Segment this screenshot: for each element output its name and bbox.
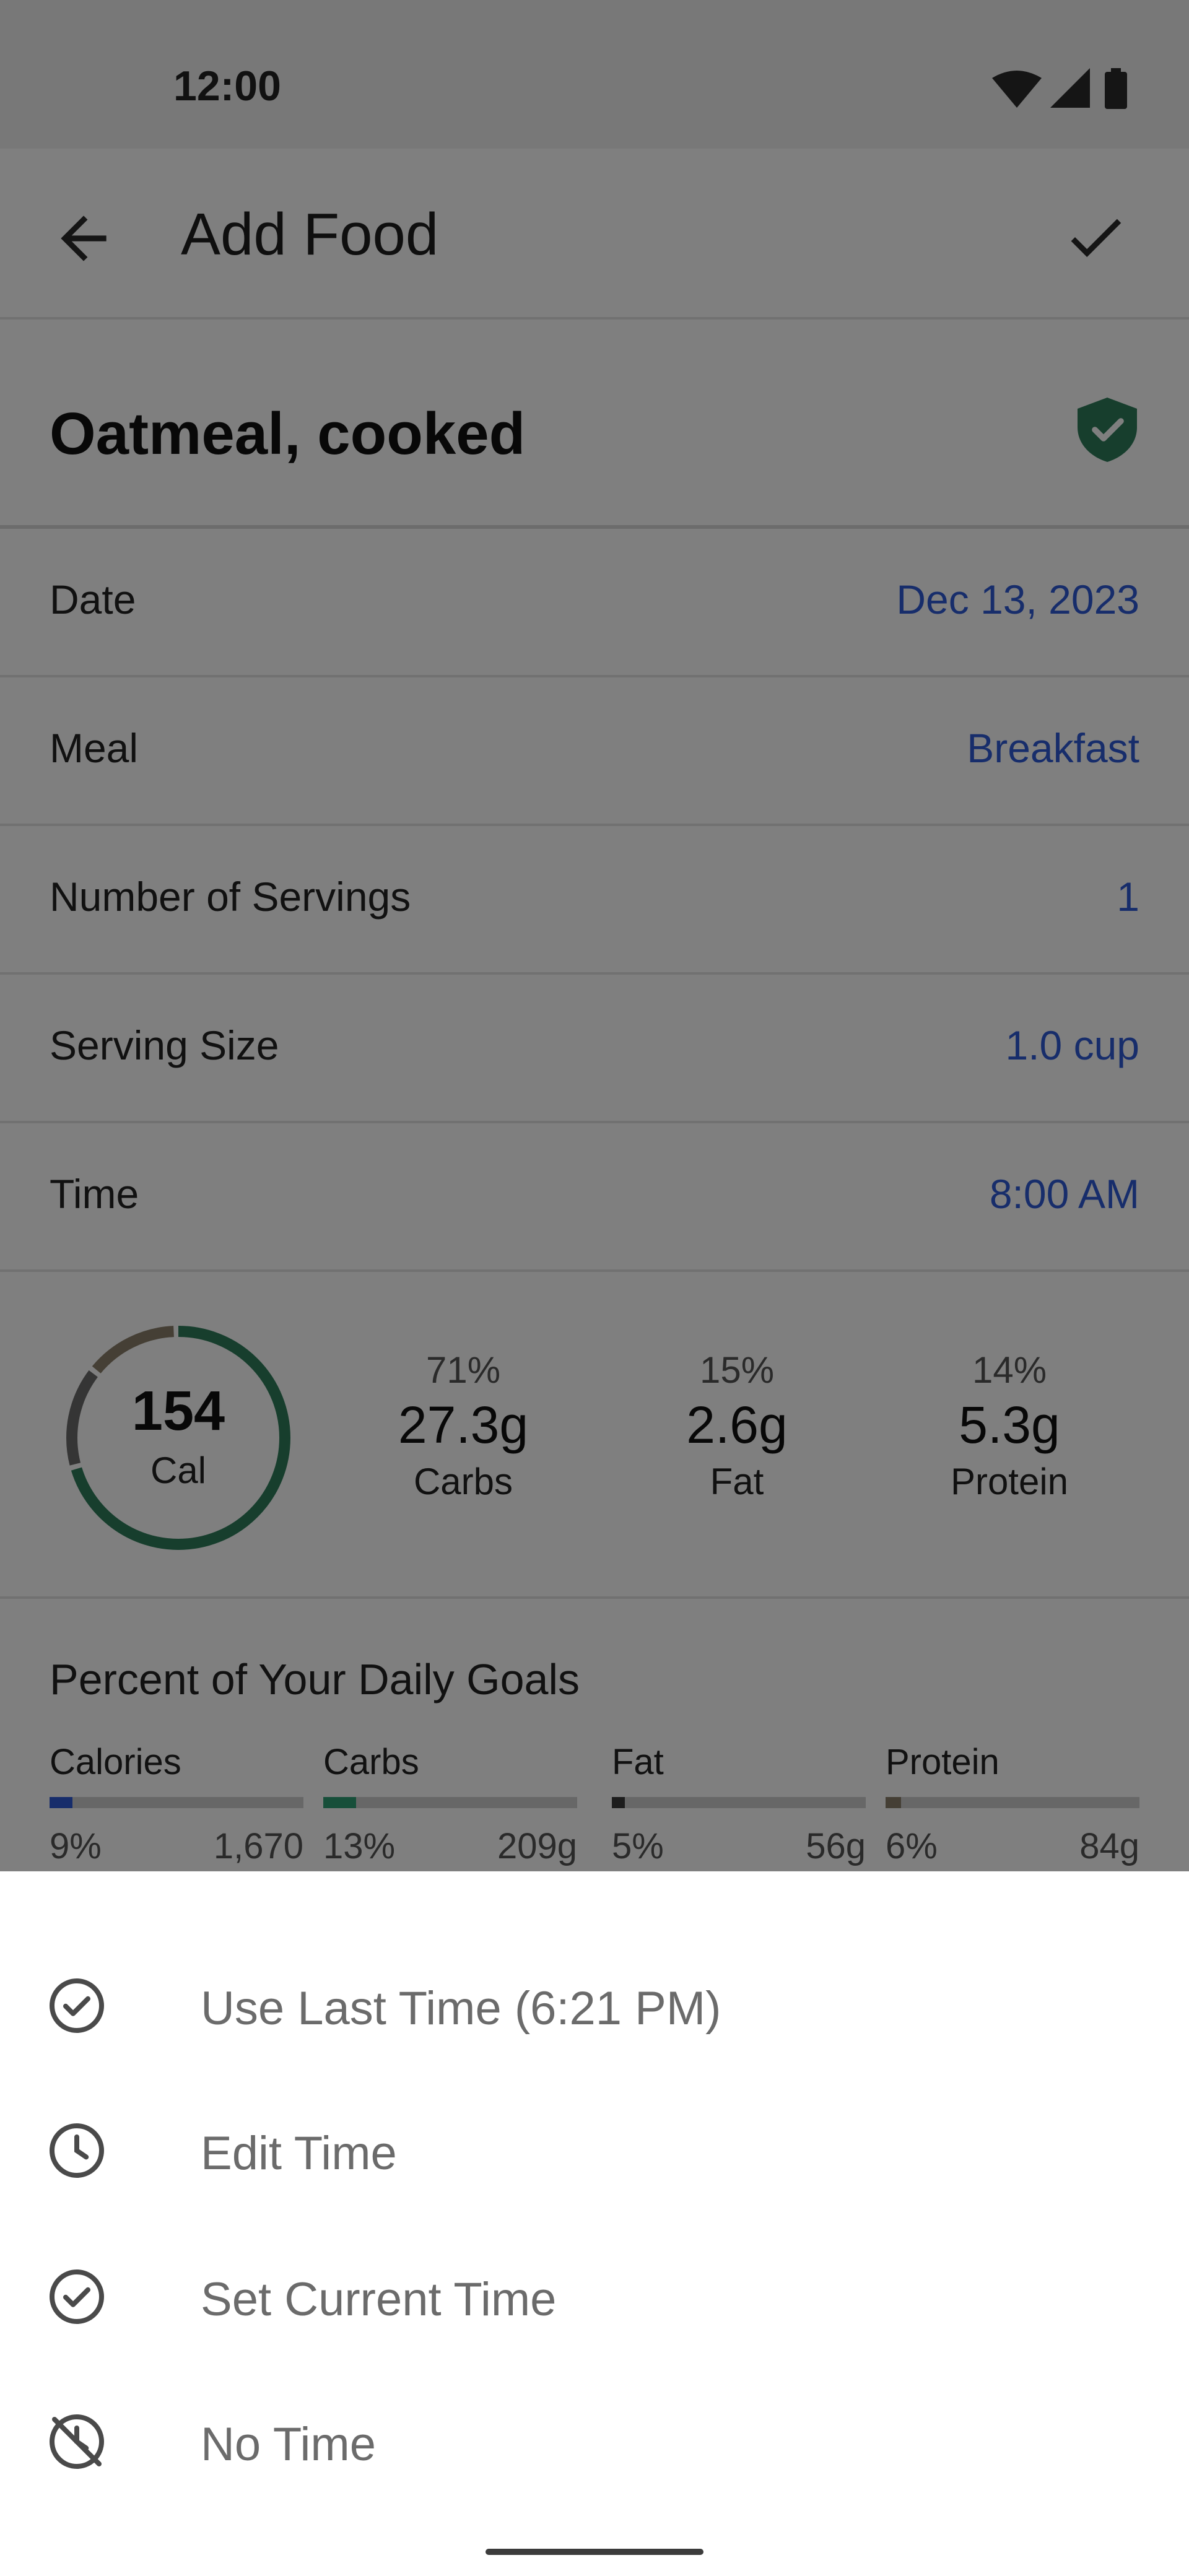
no-time-option[interactable]: No Time: [0, 2367, 1189, 2512]
check-circle-icon: [50, 1978, 104, 2033]
clock-off-icon: [50, 2414, 104, 2469]
no-time-label: No Time: [201, 2418, 376, 2471]
add-food-screen: 12:00 Add Food Oatmeal, cooked Date Dec …: [0, 0, 1189, 2576]
time-options-sheet: Use Last Time (6:21 PM) Edit Time Set Cu…: [0, 1871, 1189, 2576]
edit-time-option[interactable]: Edit Time: [0, 2076, 1189, 2221]
use-last-time-option[interactable]: Use Last Time (6:21 PM): [0, 1931, 1189, 2076]
set-current-time-option[interactable]: Set Current Time: [0, 2222, 1189, 2367]
check-circle-icon: [50, 2269, 104, 2324]
modal-scrim[interactable]: [0, 0, 1189, 1871]
home-indicator[interactable]: [486, 2549, 703, 2555]
edit-time-label: Edit Time: [201, 2127, 397, 2180]
use-last-time-label: Use Last Time (6:21 PM): [201, 1982, 721, 2035]
set-current-time-label: Set Current Time: [201, 2273, 557, 2326]
clock-icon: [50, 2123, 104, 2178]
